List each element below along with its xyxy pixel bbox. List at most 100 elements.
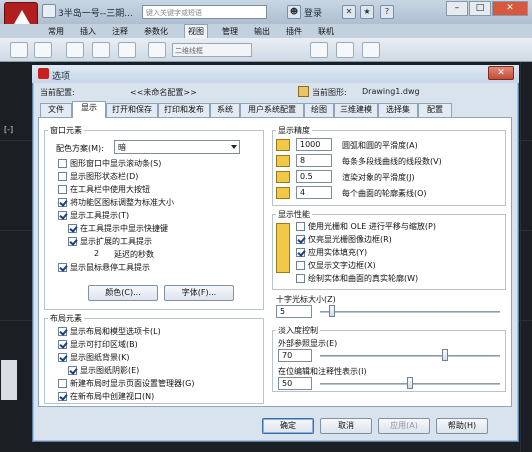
tab-open-save[interactable]: 打开和保存 xyxy=(106,103,158,117)
quick-access-icon[interactable] xyxy=(42,4,56,18)
ribbon-tab-manage[interactable]: 管理 xyxy=(222,26,238,37)
viewport-label[interactable]: [-] xyxy=(4,125,13,134)
cb-scrollbars[interactable] xyxy=(58,159,67,168)
inplace-edit-input[interactable]: 50 xyxy=(278,377,312,390)
tab-user-preferences[interactable]: 用户系统配置 xyxy=(240,103,304,117)
cb-layout-tabs[interactable] xyxy=(58,327,67,336)
ribbon-tab-insert[interactable]: 插入 xyxy=(80,26,96,37)
cb-status-bar-label: 显示图形状态栏(D) xyxy=(70,172,139,181)
arc-smoothness-icon xyxy=(276,139,290,151)
crosshair-slider-track[interactable] xyxy=(320,311,500,313)
crosshair-size-input[interactable]: 5 xyxy=(276,305,312,318)
tab-selection[interactable]: 选择集 xyxy=(378,103,418,117)
crosshair-slider-thumb[interactable] xyxy=(328,305,335,317)
tab-files[interactable]: 文件 xyxy=(40,103,72,117)
tab-profiles[interactable]: 配置 xyxy=(418,103,452,117)
polyline-segments-icon xyxy=(276,155,290,167)
tool-palette-strip[interactable] xyxy=(1,360,17,400)
current-profile-label: 当前配置: xyxy=(40,88,75,97)
back-icon[interactable] xyxy=(10,42,28,58)
cb-paper-background[interactable] xyxy=(58,353,67,362)
cb-paper-background-label: 显示图纸背景(K) xyxy=(70,353,130,362)
help-button[interactable]: 帮助(H) xyxy=(436,418,488,434)
xref-slider-track[interactable] xyxy=(320,355,500,357)
tab-drafting[interactable]: 绘图 xyxy=(304,103,334,117)
fonts-button[interactable]: 字体(F)... xyxy=(164,285,234,301)
color-scheme-dropdown[interactable]: 暗 xyxy=(114,140,240,154)
cb-large-buttons-label: 在工具栏中使用大按钮 xyxy=(70,185,150,194)
maximize-button[interactable]: □ xyxy=(469,1,491,16)
ribbon-tab-output[interactable]: 输出 xyxy=(254,26,270,37)
apply-button[interactable]: 应用(A) xyxy=(378,418,430,434)
polyline-segments-input[interactable]: 8 xyxy=(296,154,332,167)
zoom-icon[interactable] xyxy=(92,42,110,58)
cb-raster-frame[interactable] xyxy=(296,235,305,244)
cb-ribbon-icons[interactable] xyxy=(58,198,67,207)
cb-solid-fill[interactable] xyxy=(296,248,305,257)
login-link[interactable]: 登录 xyxy=(304,6,322,19)
viewport-icon[interactable] xyxy=(310,42,328,58)
app-close-button[interactable]: ✕ xyxy=(492,1,528,16)
xref-slider-thumb[interactable] xyxy=(441,349,448,361)
document-title: 3半岛一号--三期... xyxy=(58,9,133,19)
dialog-close-button[interactable]: ✕ xyxy=(488,66,514,80)
colors-button[interactable]: 颜色(C)... xyxy=(88,285,158,301)
dialog-title: 选项 xyxy=(52,72,71,82)
cb-printable-area-label: 显示可打印区域(B) xyxy=(70,340,138,349)
tile-icon[interactable] xyxy=(362,42,380,58)
tab-3d-modeling[interactable]: 三维建模 xyxy=(334,103,378,117)
ribbon-tab-parametric[interactable]: 参数化 xyxy=(144,26,168,37)
arc-smoothness-input[interactable]: 1000 xyxy=(296,138,332,151)
forward-icon[interactable] xyxy=(34,42,52,58)
view-cube-icon[interactable] xyxy=(148,42,166,58)
cb-raster-ole[interactable] xyxy=(296,222,305,231)
cb-tooltip-shortcuts[interactable] xyxy=(68,224,77,233)
cb-page-setup-manager[interactable] xyxy=(58,379,67,388)
ribbon-tab-view[interactable]: 视图 xyxy=(184,24,208,38)
cb-create-viewport[interactable] xyxy=(58,392,67,401)
delay-seconds-value[interactable]: 2 xyxy=(94,249,99,258)
user-icon[interactable]: ☻ xyxy=(287,5,301,19)
named-views-icon[interactable] xyxy=(336,42,354,58)
cb-true-silhouettes[interactable] xyxy=(296,274,305,283)
cb-extended-tooltips[interactable] xyxy=(68,237,77,246)
cb-printable-area[interactable] xyxy=(58,340,67,349)
cb-paper-shadow[interactable] xyxy=(68,366,77,375)
xref-display-input[interactable]: 70 xyxy=(278,349,312,362)
cb-create-viewport-label: 在新布局中创建视口(N) xyxy=(70,392,155,401)
crosshair-size-label: 十字光标大小(Z) xyxy=(276,295,336,304)
cancel-button[interactable]: 取消 xyxy=(320,418,372,434)
cb-rollover-tooltips-label: 显示鼠标悬停工具提示 xyxy=(70,263,150,272)
contour-lines-icon xyxy=(276,187,290,199)
color-scheme-value: 暗 xyxy=(118,143,126,152)
inplace-slider-thumb[interactable] xyxy=(407,377,413,389)
cb-large-buttons[interactable] xyxy=(58,185,67,194)
cb-text-frame[interactable] xyxy=(296,261,305,270)
pan-icon[interactable] xyxy=(66,42,84,58)
chevron-down-icon[interactable] xyxy=(231,145,237,149)
visual-style-dropdown[interactable]: 二维线框 xyxy=(172,43,252,57)
tab-display[interactable]: 显示 xyxy=(72,101,106,118)
star-icon[interactable]: ★ xyxy=(360,5,374,19)
ribbon-tab-home[interactable]: 常用 xyxy=(48,26,64,37)
contour-lines-input[interactable]: 4 xyxy=(296,186,332,199)
help-search-input[interactable]: 键入关键字或短语 xyxy=(142,5,267,19)
current-profile-value: <<未命名配置>> xyxy=(130,88,197,97)
cb-rollover-tooltips[interactable] xyxy=(58,263,67,272)
cb-text-frame-label: 仅显示文字边框(X) xyxy=(308,261,376,270)
grid-line xyxy=(520,62,521,452)
orbit-icon[interactable] xyxy=(118,42,136,58)
tab-plot-publish[interactable]: 打印和发布 xyxy=(158,103,210,117)
minimize-button[interactable]: – xyxy=(446,1,468,16)
dialog-titlebar[interactable] xyxy=(32,65,519,83)
exchange-icon[interactable]: ✕ xyxy=(342,5,356,19)
cb-status-bar[interactable] xyxy=(58,172,67,181)
tab-system[interactable]: 系统 xyxy=(210,103,240,117)
ribbon-tab-plugins[interactable]: 插件 xyxy=(286,26,302,37)
ok-button[interactable]: 确定 xyxy=(262,418,314,434)
ribbon-tab-online[interactable]: 联机 xyxy=(318,26,334,37)
cb-tooltips[interactable] xyxy=(58,211,67,220)
ribbon-tab-annotate[interactable]: 注释 xyxy=(112,26,128,37)
render-smoothness-input[interactable]: 0.5 xyxy=(296,170,332,183)
help-icon[interactable]: ? xyxy=(380,5,394,19)
